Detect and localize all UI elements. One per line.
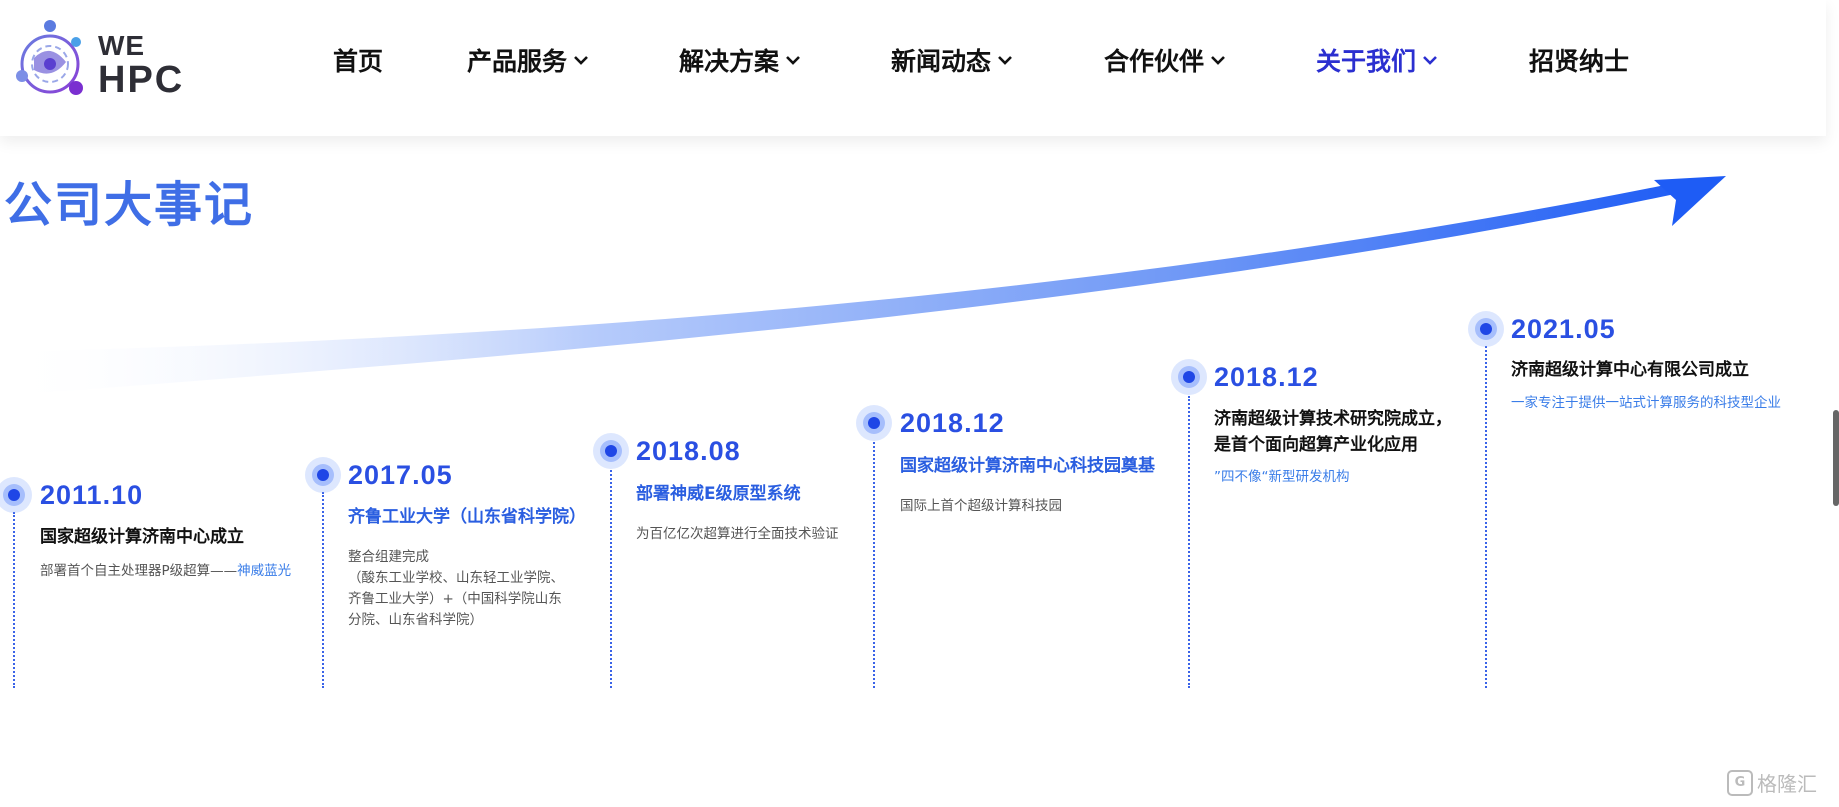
- site-header: WE HPC 首页 产品服务 解决方案 新闻动态 合作伙伴 关于我们 招贤纳士: [0, 0, 1826, 136]
- event-year: 2017.05: [348, 460, 453, 490]
- event-desc-line: 齐鲁工业大学）+（中国科学院山东: [348, 591, 562, 607]
- timeline-line: [610, 470, 612, 688]
- chevron-down-icon: [1211, 56, 1225, 65]
- event-year: 2018.12: [1214, 362, 1319, 392]
- event-title-line: 济南超级计算技术研究院成立，: [1214, 409, 1452, 429]
- event-desc-text: 部署首个自主处理器P级超算——: [40, 563, 238, 579]
- logo-icon: [16, 20, 83, 95]
- event-title: 济南超级计算中心有限公司成立: [1511, 360, 1749, 380]
- nav-item-label: 解决方案: [679, 47, 780, 76]
- event-year: 2018.12: [900, 408, 1005, 438]
- timeline-dot: [305, 457, 341, 493]
- timeline-line: [873, 442, 875, 688]
- event-desc: ”四不像“新型研发机构: [1214, 469, 1350, 485]
- chevron-down-icon: [998, 56, 1012, 65]
- nav-item-solutions[interactable]: 解决方案: [679, 40, 801, 80]
- event-desc-line: 整合组建完成: [348, 549, 429, 565]
- nav-item-label: 招贤纳士: [1529, 47, 1630, 76]
- timeline-line: [322, 492, 324, 688]
- nav-item-label: 合作伙伴: [1104, 47, 1205, 76]
- timeline-dot: [1171, 359, 1207, 395]
- event-title: 部署神威E级原型系统: [636, 484, 801, 504]
- logo[interactable]: WE HPC: [14, 18, 194, 102]
- event-desc-line: （酸东工业学校、山东轻工业学院、: [348, 570, 564, 586]
- timeline-dot: [593, 433, 629, 469]
- event-desc-line: 分院、山东省科学院）: [348, 612, 483, 628]
- timeline-line: [1188, 396, 1190, 688]
- nav-item-label: 首页: [333, 47, 384, 76]
- nav-item-about[interactable]: 关于我们: [1316, 40, 1438, 80]
- event-title: 国家超级计算济南中心成立: [40, 527, 244, 547]
- nav-item-products[interactable]: 产品服务: [467, 40, 589, 80]
- event-desc: 部署首个自主处理器P级超算——神威蓝光: [40, 561, 291, 582]
- logo-text: WE HPC: [98, 30, 185, 101]
- nav-item-partners[interactable]: 合作伙伴: [1104, 40, 1226, 80]
- event-title: 齐鲁工业大学（山东省科学院）: [348, 507, 586, 527]
- nav-item-careers[interactable]: 招贤纳士: [1529, 40, 1629, 80]
- g-logo-icon: G: [1727, 769, 1753, 796]
- event-desc: 国际上首个超级计算科技园: [900, 498, 1062, 514]
- event-year: 2021.05: [1511, 314, 1616, 344]
- timeline-line: [1485, 346, 1487, 688]
- chevron-down-icon: [1423, 56, 1437, 65]
- timeline-dot: [0, 477, 32, 513]
- growth-arrow-icon: [0, 176, 1726, 396]
- logo-hpc: HPC: [98, 59, 185, 101]
- chevron-down-icon: [786, 56, 800, 65]
- nav-item-home[interactable]: 首页: [333, 40, 383, 80]
- nav-item-news[interactable]: 新闻动态: [891, 40, 1013, 80]
- timeline-line: [13, 512, 15, 688]
- event-desc: 一家专注于提供一站式计算服务的科技型企业: [1511, 395, 1781, 411]
- event-title-line: 是首个面向超算产业化应用: [1214, 435, 1418, 455]
- logo-we: WE: [98, 30, 146, 61]
- vertical-scrollbar[interactable]: [1833, 410, 1839, 506]
- timeline-dot: [856, 405, 892, 441]
- event-year: 2018.08: [636, 436, 741, 466]
- nav-item-label: 关于我们: [1316, 47, 1417, 76]
- watermark-text: 格隆汇: [1757, 772, 1817, 796]
- event-year: 2011.10: [40, 480, 144, 510]
- event-desc-highlight: 神威蓝光: [237, 563, 292, 579]
- chevron-down-icon: [574, 56, 588, 65]
- nav-item-label: 产品服务: [467, 47, 568, 76]
- watermark: G 格隆汇: [1727, 768, 1817, 797]
- timeline-dot: [1468, 311, 1504, 347]
- event-desc: 为百亿亿次超算进行全面技术验证: [636, 526, 839, 542]
- event-title: 国家超级计算济南中心科技园奠基: [900, 456, 1155, 476]
- nav-item-label: 新闻动态: [891, 47, 992, 76]
